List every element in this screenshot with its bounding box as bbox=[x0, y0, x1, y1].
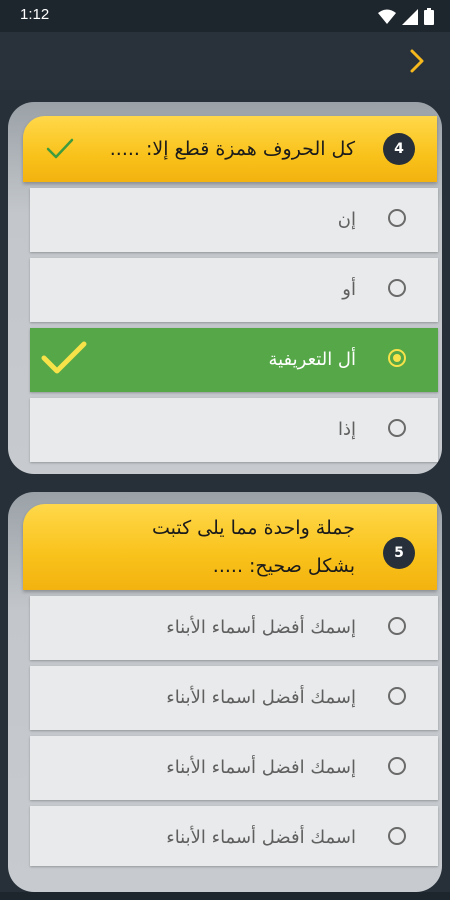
radio-button[interactable] bbox=[388, 617, 406, 635]
radio-button-selected[interactable] bbox=[388, 349, 406, 367]
question-header: 5 جملة واحدة مما يلى كتبت بشكل صحيح: ...… bbox=[23, 504, 437, 590]
answer-option[interactable]: أو bbox=[30, 258, 438, 322]
answer-option[interactable]: اسمك أفضل أسماء الأبناء bbox=[30, 806, 438, 866]
signal-icon bbox=[402, 8, 418, 25]
app-bar bbox=[0, 32, 450, 90]
answer-option[interactable]: إسمك افضل أسماء الأبناء bbox=[30, 736, 438, 800]
answer-option[interactable]: إن bbox=[30, 188, 438, 252]
question-number: 5 bbox=[383, 537, 415, 569]
answer-option-selected[interactable]: أل التعريفية bbox=[30, 328, 438, 392]
option-label: أو bbox=[342, 279, 356, 300]
navigation-bar bbox=[0, 892, 450, 900]
radio-button[interactable] bbox=[388, 687, 406, 705]
answer-option[interactable]: إسمك أفضل اسماء الأبناء bbox=[30, 666, 438, 730]
question-number: 4 bbox=[383, 133, 415, 165]
question-text-line-2: بشكل صحيح: ..... bbox=[212, 555, 355, 577]
option-label: إذا bbox=[337, 419, 356, 440]
status-time: 1:12 bbox=[20, 6, 50, 23]
question-card: 4 كل الحروف همزة قطع إلا: ..... إن أو أل… bbox=[8, 102, 442, 474]
question-card: 5 جملة واحدة مما يلى كتبت بشكل صحيح: ...… bbox=[8, 492, 442, 892]
radio-button[interactable] bbox=[388, 419, 406, 437]
option-label: إن bbox=[337, 209, 356, 230]
option-label: إسمك أفضل أسماء الأبناء bbox=[166, 617, 356, 638]
option-label: إسمك افضل أسماء الأبناء bbox=[166, 757, 356, 778]
battery-icon bbox=[424, 8, 434, 25]
chevron-right-icon bbox=[410, 49, 424, 73]
answer-option[interactable]: إذا bbox=[30, 398, 438, 462]
next-button[interactable] bbox=[402, 46, 432, 76]
radio-button[interactable] bbox=[388, 757, 406, 775]
correct-check-icon bbox=[41, 341, 87, 374]
answer-option[interactable]: إسمك أفضل أسماء الأبناء bbox=[30, 596, 438, 660]
option-label: اسمك أفضل أسماء الأبناء bbox=[166, 827, 356, 848]
status-bar: 1:12 bbox=[0, 0, 450, 32]
status-icons bbox=[378, 8, 434, 25]
radio-button[interactable] bbox=[388, 209, 406, 227]
question-text-line-1: جملة واحدة مما يلى كتبت bbox=[151, 517, 355, 539]
check-icon bbox=[46, 138, 74, 159]
question-header: 4 كل الحروف همزة قطع إلا: ..... bbox=[23, 116, 437, 182]
radio-button[interactable] bbox=[388, 279, 406, 297]
option-label: إسمك أفضل اسماء الأبناء bbox=[166, 687, 356, 708]
option-label: أل التعريفية bbox=[268, 349, 356, 370]
wifi-icon bbox=[378, 9, 396, 24]
question-text: كل الحروف همزة قطع إلا: ..... bbox=[109, 138, 355, 160]
radio-button[interactable] bbox=[388, 827, 406, 845]
